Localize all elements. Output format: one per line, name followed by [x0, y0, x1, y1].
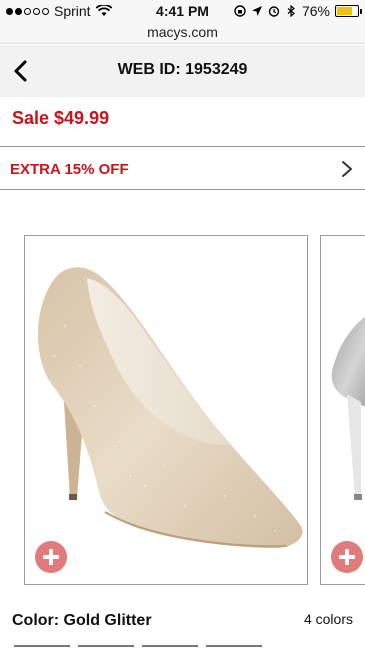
color-swatch[interactable] — [142, 645, 198, 650]
promo-banner[interactable]: EXTRA 15% OFF — [0, 146, 365, 190]
color-swatch[interactable] — [206, 645, 262, 650]
product-image-card[interactable] — [24, 235, 308, 585]
battery-percent: 76% — [301, 3, 330, 19]
product-image — [331, 316, 365, 500]
status-bar: Sprint 4:41 PM 76% — [0, 0, 365, 22]
bluetooth-icon — [287, 5, 295, 17]
product-image — [38, 267, 303, 548]
rotation-lock-icon — [234, 5, 246, 17]
chevron-right-icon — [342, 161, 352, 177]
page-header: WEB ID: 1953249 — [0, 45, 365, 97]
sale-price: Sale $49.99 — [12, 108, 110, 128]
url-bar[interactable]: macys.com — [0, 22, 365, 44]
page-title: WEB ID: 1953249 — [117, 61, 248, 78]
plus-circle-icon[interactable] — [331, 541, 363, 573]
product-image-card-next[interactable] — [320, 235, 365, 585]
battery-icon — [335, 5, 362, 17]
color-swatch[interactable] — [14, 645, 70, 650]
color-label: Color: Gold Glitter — [12, 612, 152, 629]
colors-count: 4 colors — [303, 611, 353, 627]
status-icons: 76% — [234, 3, 362, 19]
color-swatches — [14, 645, 262, 650]
alarm-icon — [268, 6, 280, 17]
plus-circle-icon[interactable] — [35, 541, 67, 573]
promo-text: EXTRA 15% OFF — [10, 161, 129, 178]
location-icon — [251, 6, 262, 16]
color-swatch[interactable] — [78, 645, 134, 650]
